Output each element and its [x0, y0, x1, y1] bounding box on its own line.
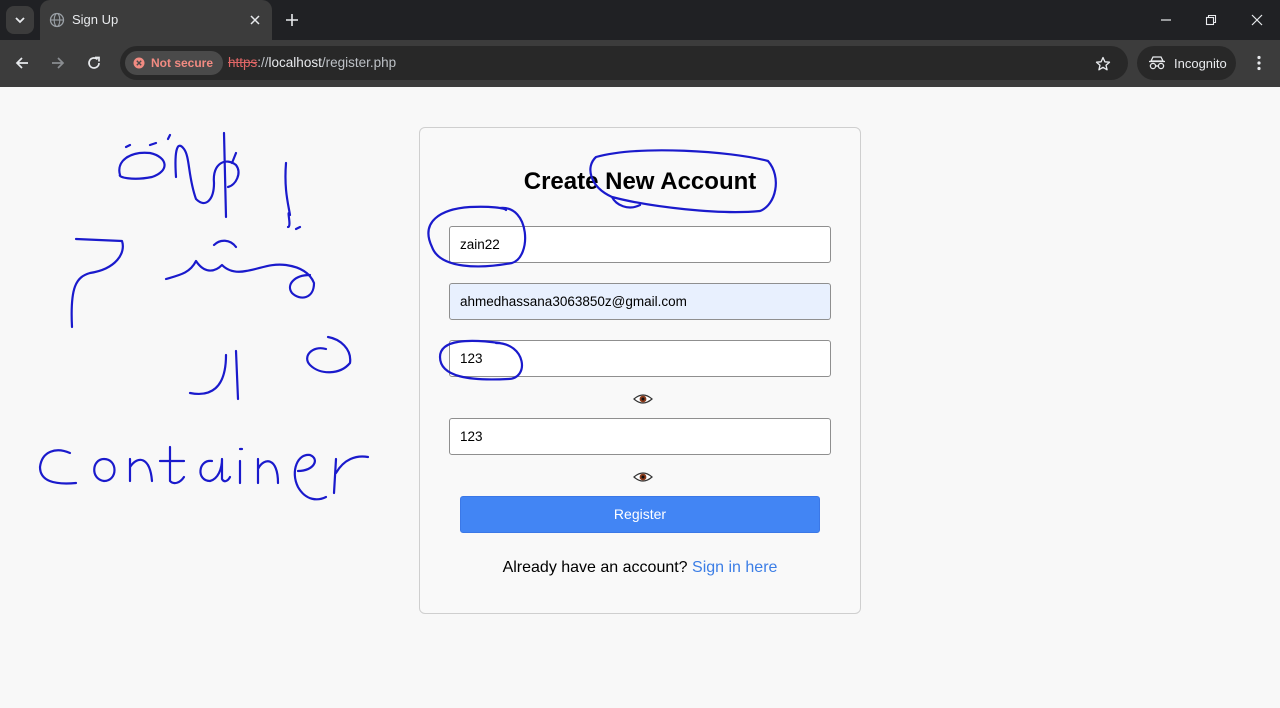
url-text: https://localhost/register.php: [228, 55, 396, 70]
url-separator: ://: [257, 55, 269, 70]
forward-button[interactable]: [46, 51, 70, 75]
restore-button[interactable]: [1199, 8, 1223, 32]
browser-toolbar: Not secure https://localhost/register.ph…: [0, 40, 1280, 87]
url-host: localhost: [268, 55, 322, 70]
arrow-left-icon: [15, 57, 28, 69]
tab-close-button[interactable]: [246, 11, 264, 29]
new-tab-button[interactable]: [282, 10, 302, 30]
signin-prompt-line: Already have an account? Sign in here: [420, 559, 860, 577]
page-title: Create New Account: [523, 168, 757, 195]
incognito-indicator[interactable]: Incognito: [1137, 46, 1236, 80]
warning-icon: [133, 57, 145, 69]
password-field[interactable]: [449, 340, 831, 377]
minimize-button[interactable]: [1154, 8, 1178, 32]
window-close-button[interactable]: [1245, 8, 1269, 32]
globe-icon: [49, 12, 65, 28]
tab-title: Sign Up: [72, 12, 119, 27]
url-scheme: https: [228, 55, 258, 70]
chevron-down-icon: [15, 17, 25, 24]
signin-prompt: Already have an account?: [502, 559, 688, 576]
confirm-password-field[interactable]: [449, 418, 831, 455]
tab-sign-up[interactable]: Sign Up: [40, 0, 272, 40]
arrow-right-icon: [52, 57, 65, 69]
back-button[interactable]: [10, 51, 34, 75]
kebab-menu-icon: [1257, 55, 1261, 71]
eye-icon[interactable]: [633, 470, 653, 484]
reload-icon: [88, 56, 100, 69]
security-indicator[interactable]: Not secure: [125, 51, 224, 75]
security-label: Not secure: [151, 56, 214, 70]
url-path: /register.php: [321, 55, 397, 70]
username-field[interactable]: [449, 226, 831, 263]
email-field[interactable]: [449, 283, 831, 320]
signin-link[interactable]: Sign in here: [692, 559, 777, 576]
close-icon: [250, 15, 260, 25]
address-bar[interactable]: Not secure https://localhost/register.ph…: [120, 46, 1128, 80]
reload-button[interactable]: [82, 51, 106, 75]
minimize-icon: [1161, 19, 1171, 21]
incognito-icon: [1149, 56, 1165, 70]
plus-icon: [286, 14, 298, 26]
tab-search-button[interactable]: [6, 6, 34, 34]
bookmark-button[interactable]: [1092, 53, 1114, 75]
incognito-label: Incognito: [1174, 55, 1227, 71]
close-icon: [1251, 14, 1263, 26]
register-button[interactable]: Register: [460, 496, 820, 533]
register-container: Create New Account Register Already have…: [419, 127, 861, 614]
tab-strip: Sign Up: [0, 0, 1280, 40]
browser-menu-button[interactable]: [1247, 51, 1271, 75]
eye-icon[interactable]: [633, 392, 653, 406]
star-icon: [1095, 56, 1111, 71]
restore-icon: [1205, 14, 1217, 26]
